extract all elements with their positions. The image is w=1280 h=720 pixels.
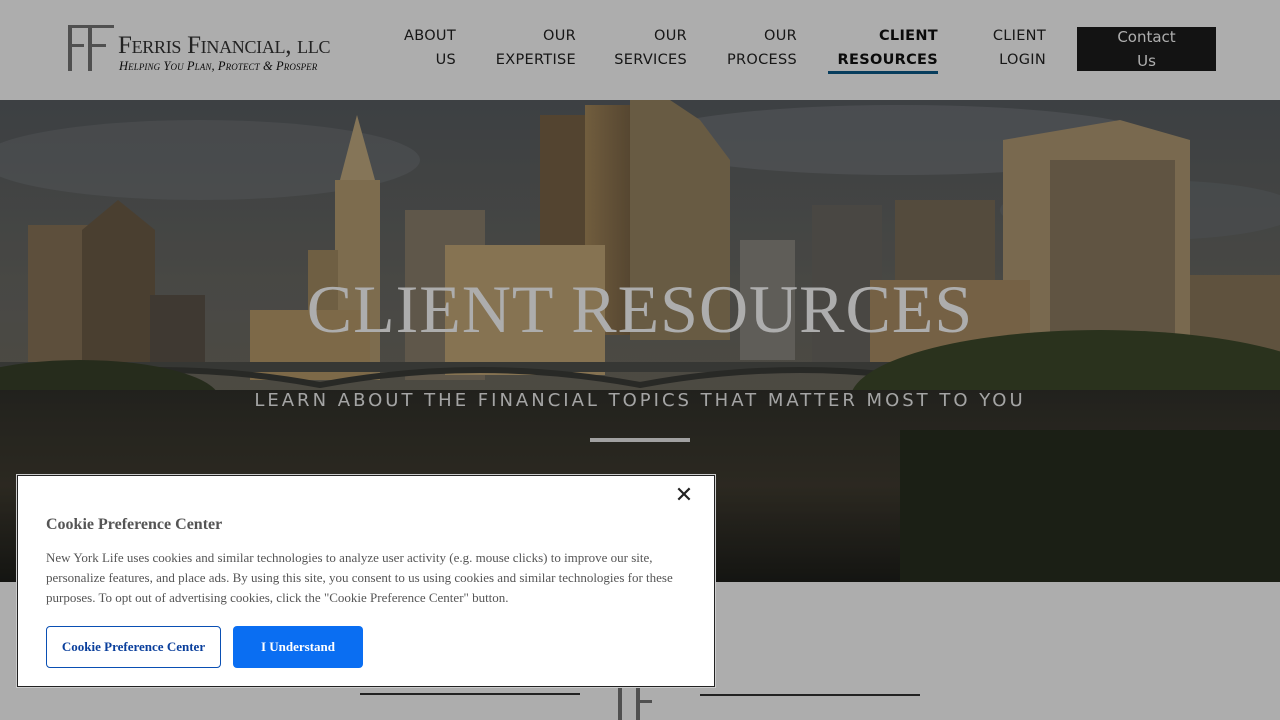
close-icon[interactable]: ✕ [674, 485, 694, 507]
cookie-preference-center-button[interactable]: Cookie Preference Center [46, 626, 221, 668]
cookie-dialog-title: Cookie Preference Center [46, 516, 223, 533]
cookie-dialog: ✕ Cookie Preference Center New York Life… [17, 475, 715, 687]
cookie-dialog-body: New York Life uses cookies and similar t… [46, 550, 673, 605]
i-understand-button[interactable]: I Understand [233, 626, 363, 668]
